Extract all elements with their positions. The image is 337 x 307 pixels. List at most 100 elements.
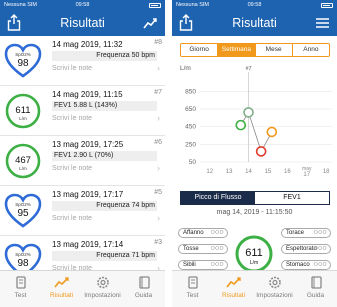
symptom-level: OOO bbox=[210, 230, 224, 236]
symptom-label: Affanno bbox=[183, 230, 204, 236]
tab-label: Risultati bbox=[49, 292, 74, 299]
tab-bar: Test Risultati Impostazioni Guida bbox=[0, 270, 165, 307]
result-value: Frequenza 50 bpm bbox=[52, 51, 157, 61]
tab-guida[interactable]: Guida bbox=[295, 275, 336, 299]
y-axis-label: L/m bbox=[180, 65, 191, 72]
segment-mese[interactable]: Mese bbox=[256, 44, 293, 56]
symptom-level: OOO bbox=[210, 262, 224, 268]
symptom-label: Stomaco bbox=[286, 262, 310, 268]
symptom-espettorato[interactable]: Espettorato OOO bbox=[281, 244, 331, 254]
trend-chart-icon[interactable] bbox=[143, 16, 158, 30]
list-icon[interactable] bbox=[315, 16, 330, 30]
test-icon bbox=[187, 276, 198, 289]
result-number: #3 bbox=[154, 239, 162, 246]
chevron-right-icon: › bbox=[157, 163, 160, 173]
x-tick-label: 15 bbox=[265, 169, 272, 175]
y-tick-label: 650 bbox=[185, 106, 196, 113]
symptom-stomaco[interactable]: Stomaco OOO bbox=[281, 260, 331, 270]
symptom-affanno[interactable]: Affanno OOO bbox=[178, 228, 228, 238]
result-list-item[interactable]: SpO2% 95 13 mag 2019, 17:17 #5 Frequenza… bbox=[0, 186, 165, 236]
tab-risultati[interactable]: Risultati bbox=[41, 275, 82, 299]
symptom-tosse[interactable]: Tosse OOO bbox=[178, 244, 228, 254]
x-tick-label: 17 bbox=[303, 172, 310, 178]
chevron-right-icon: › bbox=[157, 213, 160, 223]
tab-impostazioni[interactable]: Impostazioni bbox=[82, 275, 123, 299]
badge-value: 611 bbox=[245, 247, 263, 259]
tab-impostazioni[interactable]: Impostazioni bbox=[254, 275, 295, 299]
detail-date: mag 14, 2019 - 11:15:50 bbox=[216, 209, 293, 216]
chevron-right-icon: › bbox=[157, 113, 160, 123]
nav-bar: Risultati bbox=[172, 10, 337, 36]
tab-guida[interactable]: Guida bbox=[123, 275, 164, 299]
measure-toggle: Picco di Flusso FEV1 bbox=[180, 191, 330, 205]
tab-test[interactable]: Test bbox=[172, 275, 213, 299]
tab-risultati[interactable]: Risultati bbox=[213, 275, 254, 299]
tab-label: Impostazioni bbox=[256, 292, 293, 299]
result-date: 13 mag 2019, 17:25 bbox=[52, 140, 124, 149]
result-list-item[interactable]: SpO2% 98 14 mag 2019, 11:32 #8 Frequenza… bbox=[0, 36, 165, 86]
notes-field[interactable]: Scrivi le note bbox=[52, 215, 92, 222]
data-point bbox=[266, 126, 278, 138]
tab-label: Guida bbox=[134, 292, 153, 299]
result-value: FEV1 5.88 L (143%) bbox=[52, 101, 157, 111]
results-list-screen: Nessuna SIM 09:58 Risultati SpO2% 98 14 … bbox=[0, 0, 165, 307]
badge-value: 467 bbox=[15, 155, 31, 166]
status-time: 09:58 bbox=[75, 2, 90, 8]
tab-label: Test bbox=[186, 292, 199, 299]
x-tick-label: 14 bbox=[245, 169, 252, 175]
page-title: Risultati bbox=[232, 16, 277, 30]
tab-bar: Test Risultati Impostazioni Guida bbox=[172, 270, 337, 307]
result-value: Frequenza 74 bpm bbox=[52, 201, 157, 211]
guide-book-icon bbox=[138, 276, 150, 289]
segment-giorno[interactable]: Giorno bbox=[181, 44, 219, 56]
battery-icon bbox=[321, 3, 333, 8]
tab-label: Risultati bbox=[221, 292, 246, 299]
symptom-sibili[interactable]: Sibili OOO bbox=[178, 260, 228, 270]
result-list-item[interactable]: 611 L/m 14 mag 2019, 11:15 #7 FEV1 5.88 … bbox=[0, 86, 165, 136]
settings-gear-icon bbox=[96, 276, 109, 289]
segment-settimana[interactable]: Settimana bbox=[218, 44, 256, 56]
result-date: 14 mag 2019, 11:32 bbox=[52, 40, 123, 49]
result-number: #7 bbox=[154, 89, 162, 96]
nav-bar: Risultati bbox=[0, 10, 165, 36]
tab-test[interactable]: Test bbox=[0, 275, 41, 299]
chevron-right-icon: › bbox=[157, 63, 160, 73]
heart-icon: SpO2% 98 bbox=[4, 43, 42, 78]
data-point bbox=[243, 107, 254, 118]
badge-value: 98 bbox=[17, 258, 29, 269]
result-number: #5 bbox=[154, 189, 162, 196]
data-point bbox=[235, 119, 247, 131]
status-time: 09:58 bbox=[247, 2, 262, 8]
results-list: SpO2% 98 14 mag 2019, 11:32 #8 Frequenza… bbox=[0, 36, 165, 286]
result-list-item[interactable]: 467 L/m 13 mag 2019, 17:25 #6 FEV1 2.90 … bbox=[0, 136, 165, 186]
results-chart-icon bbox=[225, 277, 241, 288]
test-icon bbox=[15, 276, 26, 289]
x-tick-label: 16 bbox=[284, 169, 291, 175]
result-date: 13 mag 2019, 17:14 bbox=[52, 240, 124, 249]
result-date: 13 mag 2019, 17:17 bbox=[52, 190, 124, 199]
status-bar: Nessuna SIM 09:58 bbox=[172, 0, 337, 10]
selection-marker-label: #7 bbox=[245, 66, 251, 72]
y-tick-label: 50 bbox=[189, 159, 197, 166]
toggle-fev1[interactable]: FEV1 bbox=[255, 192, 329, 204]
x-tick-label: 18 bbox=[323, 169, 330, 175]
result-value: FEV1 2.90 L (70%) bbox=[52, 151, 157, 161]
page-title: Risultati bbox=[60, 16, 105, 30]
notes-field[interactable]: Scrivi le note bbox=[52, 115, 92, 122]
symptom-level: OOO bbox=[313, 246, 327, 252]
symptom-label: Tosse bbox=[183, 246, 199, 252]
segment-anno[interactable]: Anno bbox=[293, 44, 329, 56]
status-bar: Nessuna SIM 09:58 bbox=[0, 0, 165, 10]
results-chart-icon bbox=[53, 277, 69, 288]
settings-gear-icon bbox=[268, 276, 281, 289]
result-number: #8 bbox=[154, 39, 162, 46]
badge-label: SpO2% bbox=[15, 252, 31, 257]
tab-label: Guida bbox=[306, 292, 325, 299]
badge-unit: L/m bbox=[19, 166, 27, 171]
notes-field[interactable]: Scrivi le note bbox=[52, 65, 92, 72]
data-point bbox=[255, 146, 267, 157]
symptom-torace[interactable]: Torace OOO bbox=[281, 228, 331, 238]
result-value: Frequenza 71 bpm bbox=[52, 251, 157, 261]
notes-field[interactable]: Scrivi le note bbox=[52, 165, 92, 172]
toggle-peak-flow[interactable]: Picco di Flusso bbox=[181, 192, 255, 204]
